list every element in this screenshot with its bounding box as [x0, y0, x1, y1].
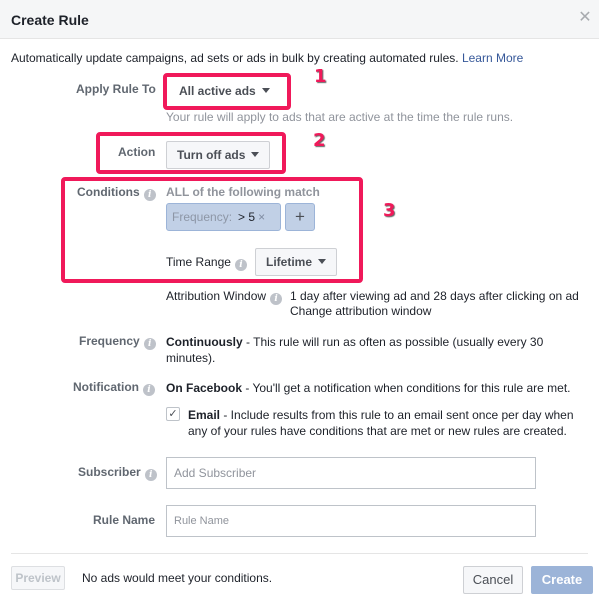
dialog-title: Create Rule [11, 12, 89, 28]
email-notification-text: Email - Include results from this rule t… [188, 408, 574, 438]
email-checkbox[interactable]: ✓ [166, 407, 180, 421]
frequency-text: Continuously - This rule will run as oft… [166, 335, 544, 365]
notification-label: Notification i [73, 380, 155, 396]
subscriber-label: Subscriber i [78, 465, 157, 481]
attribution-window-label: Attribution Window i [166, 288, 283, 305]
remove-condition-icon[interactable]: × [258, 210, 265, 224]
info-icon[interactable]: i [143, 338, 156, 350]
checkmark-icon: ✓ [168, 408, 178, 420]
conditions-match-text: ALL of the following match [166, 185, 320, 199]
apply-rule-hint: Your rule will apply to ads that are act… [166, 110, 514, 124]
preview-button[interactable]: Preview [11, 566, 65, 590]
close-icon[interactable]: ✕ [578, 10, 592, 26]
footer-divider [11, 553, 588, 554]
action-dropdown[interactable]: Turn off ads [166, 141, 271, 169]
apply-rule-to-label: Apply Rule To [76, 82, 156, 96]
info-icon[interactable]: i [144, 469, 157, 481]
subscriber-input[interactable] [166, 457, 536, 489]
notification-text: On Facebook - You'll get a notification … [166, 381, 571, 395]
info-icon[interactable]: i [143, 189, 156, 201]
condition-chip[interactable]: Frequency: > 5 × [166, 203, 281, 231]
info-icon[interactable]: i [234, 259, 247, 271]
action-label: Action [118, 145, 156, 159]
preview-status-text: No ads would meet your conditions. [82, 571, 273, 585]
intro-text: Automatically update campaigns, ad sets … [11, 51, 524, 65]
annotation-number-2: 2 [313, 130, 326, 151]
annotation-number-1: 1 [314, 66, 327, 87]
cancel-button[interactable]: Cancel [463, 566, 523, 594]
annotation-number-3: 3 [383, 200, 396, 221]
rule-name-label: Rule Name [93, 513, 156, 527]
time-range-label: Time Range i [166, 254, 247, 271]
dialog-header: Create Rule ✕ [0, 0, 599, 39]
caret-down-icon [251, 152, 260, 157]
info-icon[interactable]: i [143, 384, 155, 396]
conditions-label: Conditions i [77, 185, 156, 201]
frequency-label: Frequency i [79, 334, 156, 350]
info-icon[interactable]: i [270, 293, 283, 305]
create-button[interactable]: Create [531, 566, 593, 594]
annotation-box-1 [163, 73, 291, 110]
time-range-dropdown[interactable]: Lifetime [255, 248, 338, 276]
learn-more-link[interactable]: Learn More [462, 51, 523, 65]
attribution-window-text: 1 day after viewing ad and 28 days after… [290, 289, 579, 303]
add-condition-button[interactable]: + [285, 203, 315, 231]
caret-down-icon [318, 259, 327, 264]
change-attribution-window-link[interactable]: Change attribution window [290, 303, 431, 319]
rule-name-input[interactable] [166, 505, 536, 537]
